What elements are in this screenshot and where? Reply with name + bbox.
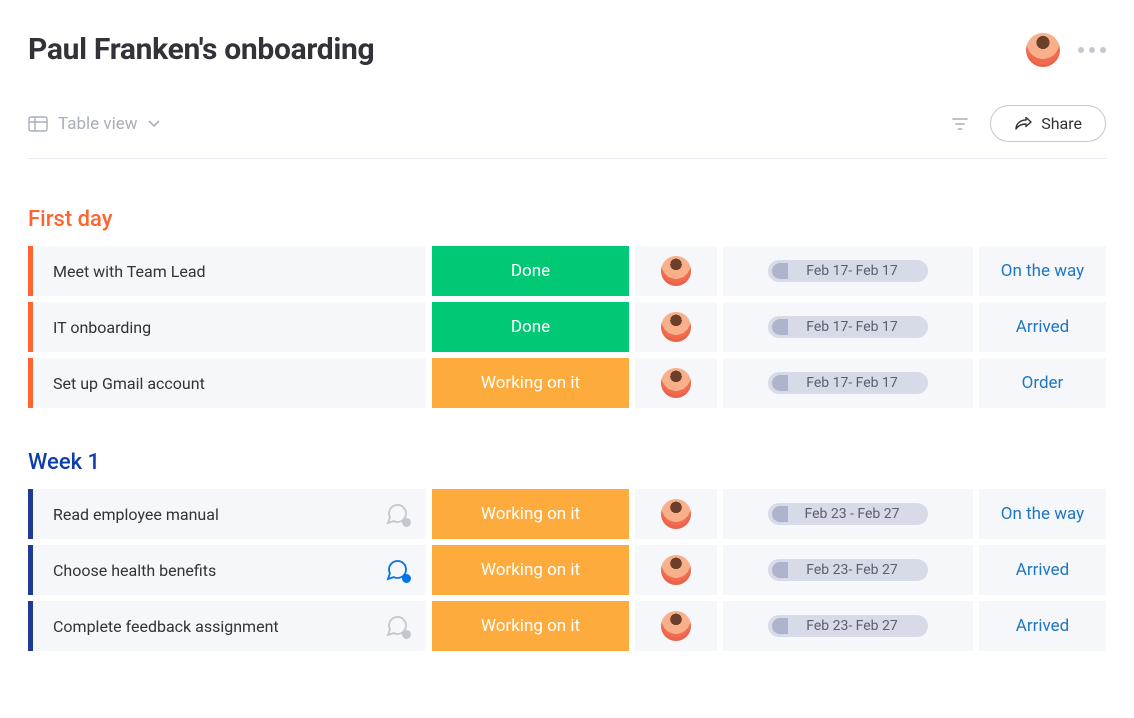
action-cell[interactable]: On the way <box>979 246 1106 296</box>
status-label: Working on it <box>481 373 580 393</box>
person-cell[interactable] <box>635 601 717 651</box>
person-cell[interactable] <box>635 545 717 595</box>
date-range: Feb 17- Feb 17 <box>768 316 928 338</box>
chevron-down-icon <box>148 120 160 128</box>
header: Paul Franken's onboarding <box>28 32 1106 67</box>
status-cell[interactable]: Working on it <box>432 358 629 408</box>
table-row: Meet with Team Lead Done Feb 17- Feb 17 … <box>28 246 1106 296</box>
status-cell[interactable]: Done <box>432 246 629 296</box>
share-button[interactable]: Share <box>990 105 1106 142</box>
chat-icon[interactable] <box>384 557 410 583</box>
status-label: Done <box>511 261 550 281</box>
status-label: Done <box>511 317 550 337</box>
table-row: Complete feedback assignment Working on … <box>28 601 1106 651</box>
date-cell[interactable]: Feb 17- Feb 17 <box>723 246 973 296</box>
share-label: Share <box>1041 114 1082 133</box>
date-range: Feb 23- Feb 27 <box>768 559 928 581</box>
action-label: Order <box>1022 373 1064 393</box>
task-name-cell[interactable]: IT onboarding <box>28 302 426 352</box>
status-label: Working on it <box>481 560 580 580</box>
share-icon <box>1014 117 1032 131</box>
date-cell[interactable]: Feb 23- Feb 27 <box>723 601 973 651</box>
date-cell[interactable]: Feb 17- Feb 17 <box>723 302 973 352</box>
task-name: Set up Gmail account <box>53 374 205 393</box>
chat-icon[interactable] <box>384 501 410 527</box>
task-name-cell[interactable]: Read employee manual <box>28 489 426 539</box>
group-week1: Week 1 Read employee manual Working on i… <box>28 450 1106 651</box>
chat-icon[interactable] <box>384 613 410 639</box>
filter-button[interactable] <box>952 117 968 131</box>
person-cell[interactable] <box>635 358 717 408</box>
status-cell[interactable]: Working on it <box>432 545 629 595</box>
status-cell[interactable]: Working on it <box>432 489 629 539</box>
action-cell[interactable]: On the way <box>979 489 1106 539</box>
status-label: Working on it <box>481 504 580 524</box>
date-cell[interactable]: Feb 17- Feb 17 <box>723 358 973 408</box>
assignee-avatar <box>661 499 691 529</box>
date-range: Feb 23- Feb 27 <box>768 615 928 637</box>
task-name: IT onboarding <box>53 318 151 337</box>
date-range: Feb 23 - Feb 27 <box>768 503 928 525</box>
date-range: Feb 17- Feb 17 <box>768 260 928 282</box>
toolbar: Table view Share <box>28 105 1106 159</box>
person-cell[interactable] <box>635 246 717 296</box>
status-cell[interactable]: Done <box>432 302 629 352</box>
group-title[interactable]: First day <box>28 207 1106 232</box>
view-switcher[interactable]: Table view <box>28 114 160 134</box>
group-first-day: First day Meet with Team Lead Done Feb 1… <box>28 207 1106 408</box>
task-name-cell[interactable]: Complete feedback assignment <box>28 601 426 651</box>
action-cell[interactable]: Arrived <box>979 302 1106 352</box>
status-cell[interactable]: Working on it <box>432 601 629 651</box>
assignee-avatar <box>661 611 691 641</box>
page-title: Paul Franken's onboarding <box>28 32 374 67</box>
status-label: Working on it <box>481 616 580 636</box>
table-icon <box>28 116 48 132</box>
task-name-cell[interactable]: Set up Gmail account <box>28 358 426 408</box>
user-avatar[interactable] <box>1026 33 1060 67</box>
date-cell[interactable]: Feb 23- Feb 27 <box>723 545 973 595</box>
view-label: Table view <box>58 114 138 134</box>
action-cell[interactable]: Arrived <box>979 545 1106 595</box>
assignee-avatar <box>661 368 691 398</box>
action-label: Arrived <box>1016 560 1069 580</box>
assignee-avatar <box>661 312 691 342</box>
table-row: Read employee manual Working on it Feb 2… <box>28 489 1106 539</box>
action-label: On the way <box>1001 504 1084 524</box>
filter-icon <box>952 117 968 131</box>
group-title[interactable]: Week 1 <box>28 450 1106 475</box>
table-row: IT onboarding Done Feb 17- Feb 17 Arrive… <box>28 302 1106 352</box>
action-label: Arrived <box>1016 616 1069 636</box>
task-name-cell[interactable]: Choose health benefits <box>28 545 426 595</box>
task-name: Complete feedback assignment <box>53 617 279 636</box>
person-cell[interactable] <box>635 489 717 539</box>
assignee-avatar <box>661 256 691 286</box>
task-name-cell[interactable]: Meet with Team Lead <box>28 246 426 296</box>
date-cell[interactable]: Feb 23 - Feb 27 <box>723 489 973 539</box>
action-cell[interactable]: Arrived <box>979 601 1106 651</box>
action-label: On the way <box>1001 261 1084 281</box>
task-name: Choose health benefits <box>53 561 216 580</box>
action-cell[interactable]: Order <box>979 358 1106 408</box>
table-row: Choose health benefits Working on it Feb… <box>28 545 1106 595</box>
action-label: Arrived <box>1016 317 1069 337</box>
more-options-button[interactable] <box>1078 47 1106 53</box>
date-range: Feb 17- Feb 17 <box>768 372 928 394</box>
assignee-avatar <box>661 555 691 585</box>
task-name: Read employee manual <box>53 505 219 524</box>
person-cell[interactable] <box>635 302 717 352</box>
task-name: Meet with Team Lead <box>53 262 206 281</box>
table-row: Set up Gmail account Working on it Feb 1… <box>28 358 1106 408</box>
